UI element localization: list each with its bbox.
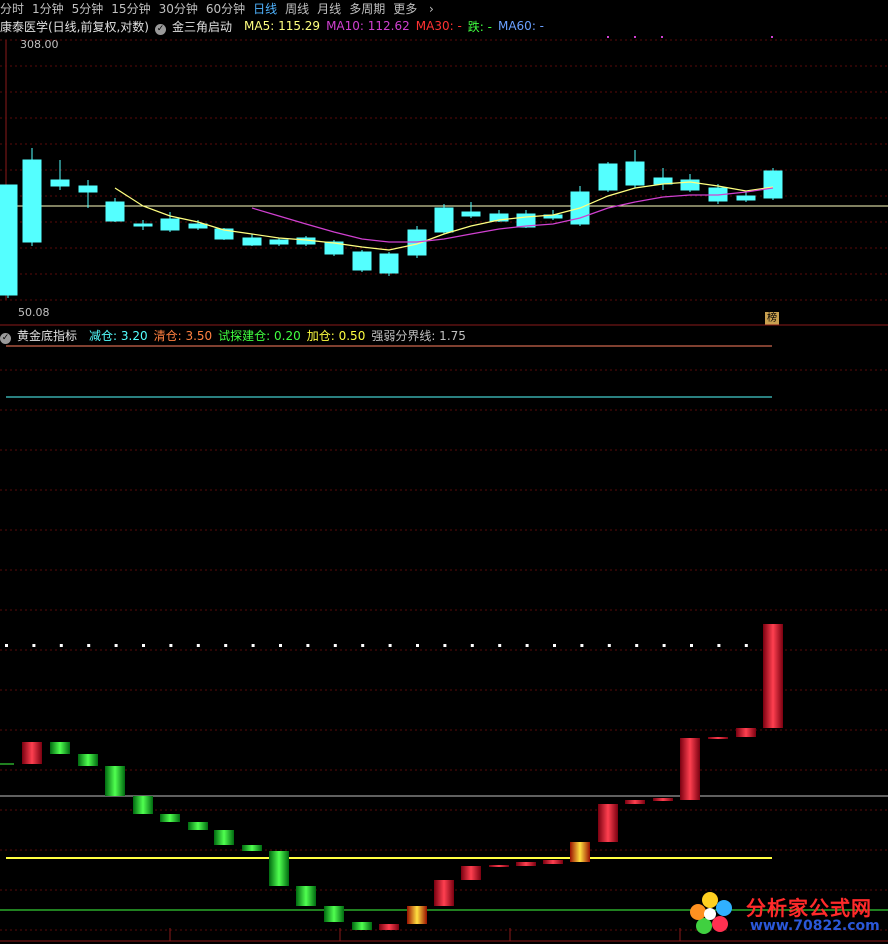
indicator-bar — [379, 924, 399, 930]
marker-dot — [771, 36, 773, 38]
marker-dot — [661, 36, 663, 38]
signal-dot — [59, 644, 63, 647]
signal-dot — [662, 644, 666, 647]
marker-dot — [607, 36, 609, 38]
signal-dot — [32, 644, 36, 647]
indicator-bar — [763, 624, 783, 728]
candle-body — [763, 170, 783, 199]
signal-dot — [635, 644, 639, 647]
signal-dot — [580, 644, 584, 647]
candle-body — [22, 159, 42, 243]
indicator-bar — [242, 845, 262, 851]
signal-dot — [416, 644, 419, 647]
candle-body — [0, 184, 18, 296]
indicator-bar — [105, 766, 125, 796]
candle-body — [379, 253, 399, 274]
indicator-bar — [708, 737, 728, 739]
signal-dot — [114, 644, 118, 647]
candle-body — [625, 161, 645, 186]
signal-dot — [333, 644, 337, 647]
indicator-bar — [598, 804, 618, 842]
signal-dot — [169, 644, 173, 647]
candle-body — [188, 223, 208, 229]
watermark-logo: 分析家公式网 www.70822.com — [690, 888, 886, 942]
candle-body — [78, 185, 98, 193]
signal-dot — [744, 644, 748, 647]
signal-dot — [306, 644, 310, 647]
candle-body — [160, 218, 180, 231]
signal-dot — [142, 644, 145, 647]
indicator-bar — [352, 922, 372, 930]
indicator-bar — [160, 814, 180, 822]
candle-body — [461, 211, 481, 217]
indicator-bar — [680, 738, 700, 800]
indicator-bar — [543, 860, 563, 864]
candle-body — [736, 195, 756, 201]
indicator-bar — [133, 796, 153, 814]
chart-canvas[interactable] — [0, 0, 888, 944]
indicator-bar — [570, 842, 590, 862]
signal-dot — [470, 644, 474, 647]
indicator-bar — [516, 862, 536, 866]
signal-dot — [607, 644, 611, 647]
signal-dot — [717, 644, 721, 647]
signal-dot — [87, 644, 91, 647]
signal-dot — [251, 644, 255, 647]
watermark-title: 分析家公式网 — [746, 896, 872, 920]
candle-body — [352, 251, 372, 271]
indicator-bar — [188, 822, 208, 830]
indicator-bar — [434, 880, 454, 906]
indicator-bar — [407, 906, 427, 924]
signal-dot — [498, 644, 502, 647]
signal-dot — [553, 644, 556, 647]
signal-dot — [690, 644, 693, 647]
indicator-bar — [22, 742, 42, 764]
candle-body — [133, 223, 153, 227]
indicator-bar — [296, 886, 316, 906]
candle-body — [242, 237, 262, 246]
indicator-bar — [625, 800, 645, 804]
candle-body — [269, 239, 289, 245]
signal-dot — [361, 644, 365, 647]
indicator-bar — [269, 851, 289, 886]
candle-body — [598, 163, 618, 191]
candle-body — [434, 207, 454, 233]
signal-dot — [5, 644, 8, 647]
flower-logo-icon — [690, 892, 732, 934]
marker-dot — [634, 36, 636, 38]
signal-dot — [525, 644, 529, 647]
signal-dot — [196, 644, 200, 647]
indicator-bar — [653, 798, 673, 801]
indicator-bar — [214, 830, 234, 845]
indicator-bar — [489, 865, 509, 867]
candle-body — [105, 201, 125, 222]
indicator-bar — [50, 742, 70, 754]
signal-dot — [388, 644, 392, 647]
candle-body — [50, 179, 70, 187]
watermark-url: www.70822.com — [750, 918, 880, 934]
signal-dot — [279, 644, 282, 647]
indicator-bar — [324, 906, 344, 922]
indicator-bar — [78, 754, 98, 766]
indicator-bar — [736, 728, 756, 737]
signal-dot — [224, 644, 228, 647]
indicator-bar — [461, 866, 481, 880]
signal-dot — [443, 644, 447, 647]
